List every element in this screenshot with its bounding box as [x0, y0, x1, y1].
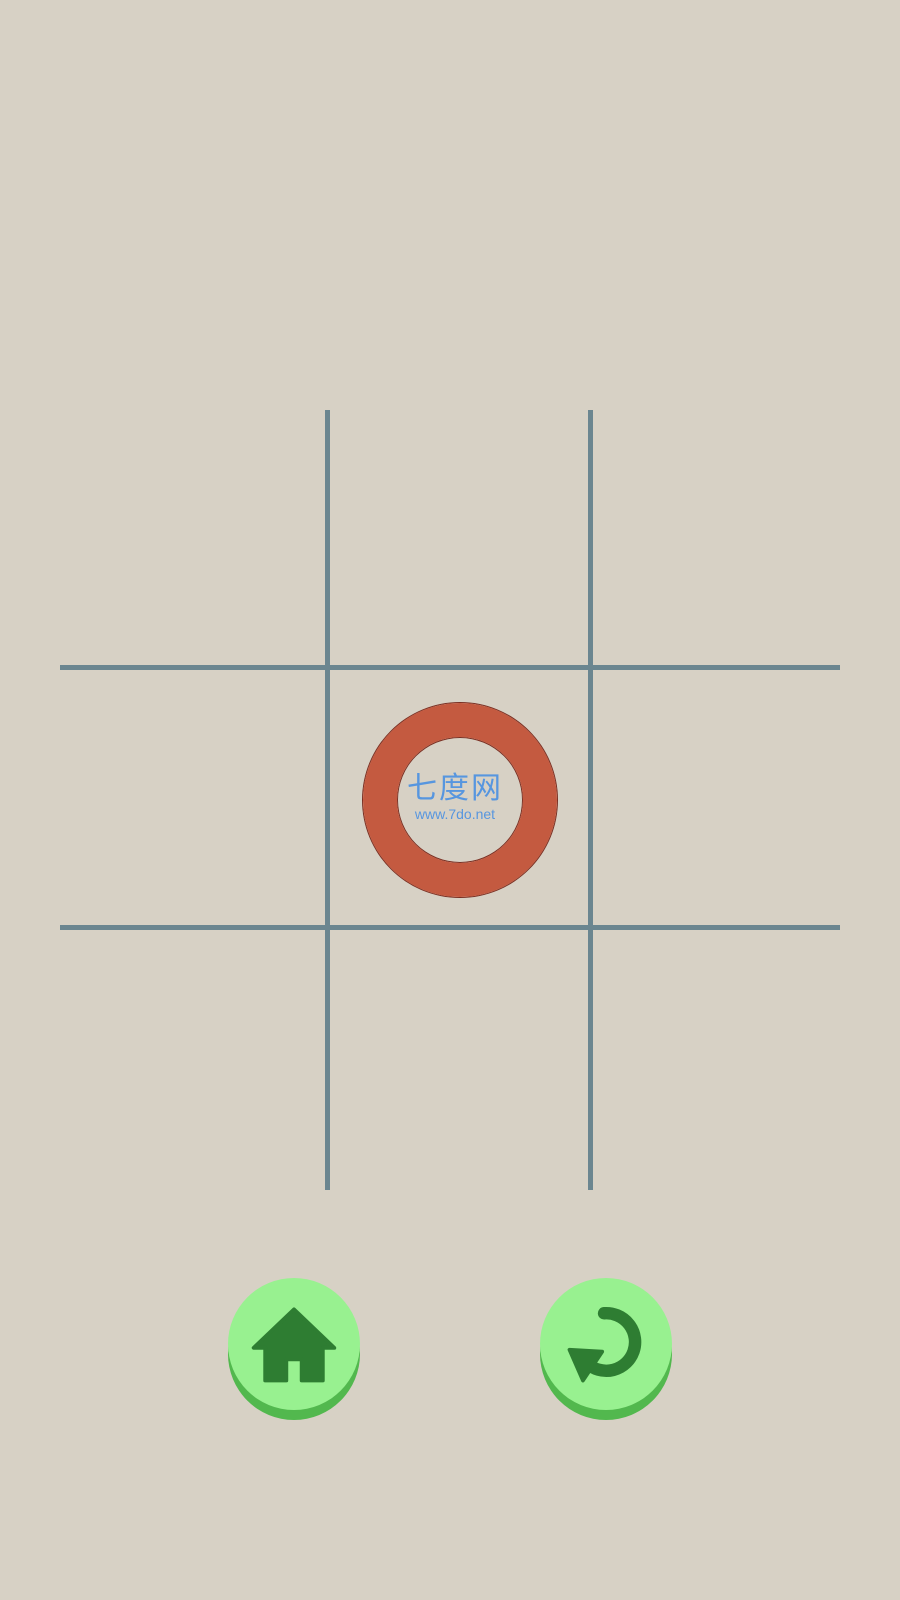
restart-icon — [567, 1307, 642, 1383]
home-button[interactable] — [228, 1278, 360, 1410]
home-icon — [251, 1307, 337, 1383]
board-cell[interactable] — [593, 670, 853, 930]
board-cell[interactable] — [65, 410, 325, 670]
board-cell[interactable] — [593, 930, 853, 1190]
piece-o — [363, 703, 557, 897]
board-cell[interactable] — [65, 930, 325, 1190]
board-cell[interactable] — [330, 410, 590, 670]
game-board: 七度网 www.7do.net — [0, 0, 900, 1600]
restart-button[interactable] — [540, 1278, 672, 1410]
board-cell[interactable] — [330, 670, 590, 930]
board-cell[interactable] — [593, 410, 853, 670]
board-cell[interactable] — [330, 930, 590, 1190]
board-cell[interactable] — [65, 670, 325, 930]
